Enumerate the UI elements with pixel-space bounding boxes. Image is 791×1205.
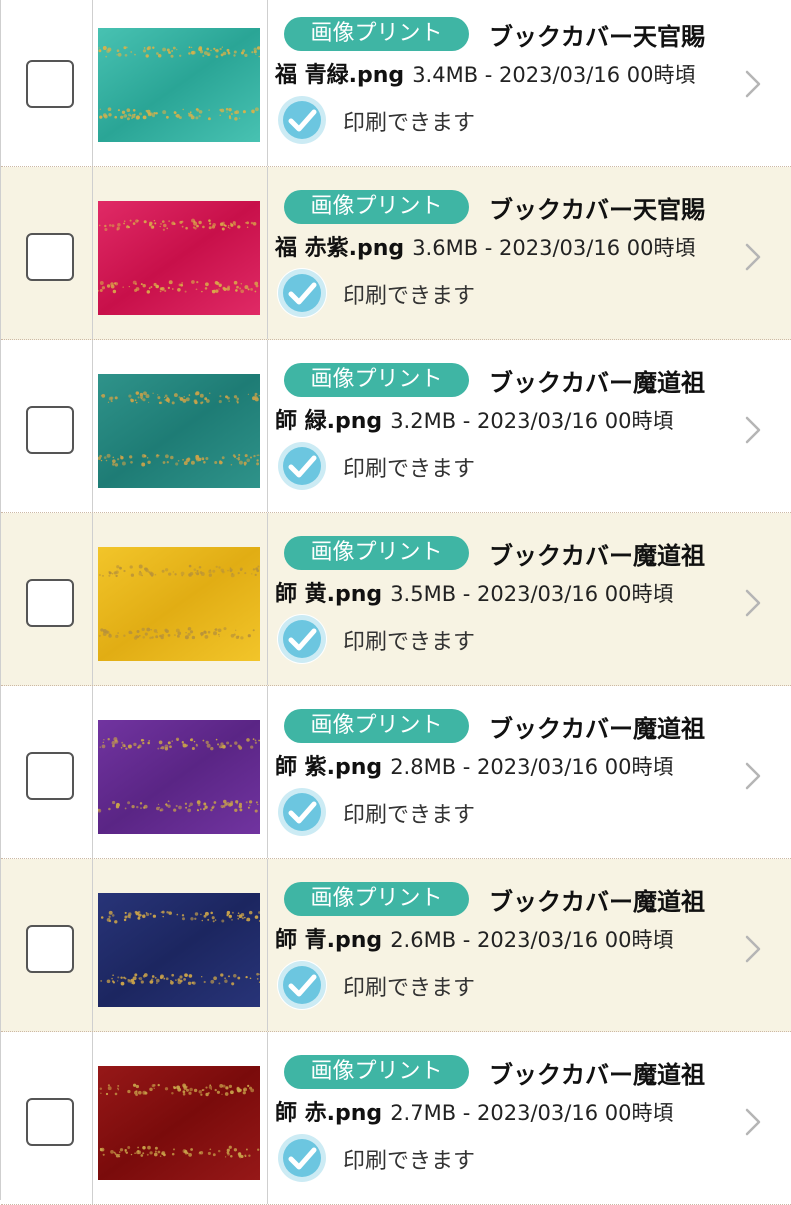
checkbox-cell (11, 0, 93, 166)
checkbox-cell (11, 1032, 93, 1204)
item-title: ブックカバー天官賜 (489, 196, 705, 224)
thumbnail-image[interactable] (98, 374, 260, 488)
print-status-text: 印刷できます (343, 1149, 476, 1174)
file-meta: 3.6MB - 2023/03/16 00時頃 (412, 236, 696, 260)
thumbnail-cell (92, 686, 268, 858)
checkbox-cell (11, 513, 93, 685)
check-circle-icon (276, 1132, 328, 1184)
checkbox-cell (11, 859, 93, 1031)
check-circle-icon (276, 94, 328, 146)
item-title: ブックカバー魔道祖 (489, 715, 705, 743)
file-name: 師 青.png (275, 928, 383, 953)
thumbnail-image[interactable] (98, 1066, 260, 1180)
item-file-info: 福 青緑.png 3.4MB - 2023/03/16 00時頃 (275, 57, 695, 89)
item-title: ブックカバー魔道祖 (489, 542, 705, 570)
check-circle-icon (276, 959, 328, 1011)
chevron-right-icon[interactable] (743, 934, 763, 964)
list-item[interactable]: 画像プリント ブックカバー天官賜福 青緑.png 3.4MB - 2023/03/1… (1, 0, 791, 167)
select-checkbox[interactable] (26, 924, 74, 973)
print-type-badge: 画像プリント (284, 17, 469, 51)
item-file-info: 福 赤紫.png 3.6MB - 2023/03/16 00時頃 (275, 230, 695, 262)
thumbnail-cell (92, 1032, 268, 1204)
item-file-info: 師 緑.png 3.2MB - 2023/03/16 00時頃 (275, 403, 673, 435)
file-name: 師 緑.png (275, 409, 383, 434)
thumbnail-image[interactable] (98, 893, 260, 1007)
file-name: 福 赤紫.png (275, 236, 405, 261)
select-checkbox[interactable] (26, 232, 74, 281)
print-type-badge: 画像プリント (284, 882, 469, 916)
file-meta: 2.8MB - 2023/03/16 00時頃 (390, 755, 674, 779)
item-title: ブックカバー魔道祖 (489, 888, 705, 916)
thumbnail-cell (92, 167, 268, 339)
file-meta: 2.6MB - 2023/03/16 00時頃 (390, 928, 674, 952)
list-item[interactable]: 画像プリント ブックカバー魔道祖師 赤.png 2.7MB - 2023/03/16… (1, 1032, 791, 1205)
check-circle-icon (276, 267, 328, 319)
print-type-badge: 画像プリント (284, 363, 469, 397)
file-meta: 3.5MB - 2023/03/16 00時頃 (390, 582, 674, 606)
thumbnail-image[interactable] (98, 201, 260, 315)
chevron-right-icon[interactable] (743, 1107, 763, 1137)
check-circle-icon (276, 440, 328, 492)
chevron-right-icon[interactable] (743, 242, 763, 272)
file-name: 師 紫.png (275, 755, 383, 780)
list-item[interactable]: 画像プリント ブックカバー魔道祖師 緑.png 3.2MB - 2023/03/16… (1, 340, 791, 513)
print-status-text: 印刷できます (343, 111, 476, 136)
print-status-text: 印刷できます (343, 284, 476, 309)
select-checkbox[interactable] (26, 751, 74, 800)
thumbnail-cell (92, 340, 268, 512)
chevron-right-icon[interactable] (743, 761, 763, 791)
list-item[interactable]: 画像プリント ブックカバー魔道祖師 紫.png 2.8MB - 2023/03/16… (1, 686, 791, 859)
file-meta: 3.4MB - 2023/03/16 00時頃 (412, 63, 696, 87)
item-file-info: 師 紫.png 2.8MB - 2023/03/16 00時頃 (275, 749, 673, 781)
checkbox-cell (11, 686, 93, 858)
file-meta: 2.7MB - 2023/03/16 00時頃 (390, 1101, 674, 1125)
print-item-list: 画像プリント ブックカバー天官賜福 青緑.png 3.4MB - 2023/03/1… (0, 0, 791, 1205)
print-status-text: 印刷できます (343, 803, 476, 828)
item-file-info: 師 赤.png 2.7MB - 2023/03/16 00時頃 (275, 1095, 673, 1127)
select-checkbox[interactable] (26, 405, 74, 454)
chevron-right-icon[interactable] (743, 69, 763, 99)
chevron-right-icon[interactable] (743, 588, 763, 618)
check-circle-icon (276, 613, 328, 665)
select-checkbox[interactable] (26, 59, 74, 108)
file-name: 師 赤.png (275, 1101, 383, 1126)
item-file-info: 師 黄.png 3.5MB - 2023/03/16 00時頃 (275, 576, 673, 608)
file-meta: 3.2MB - 2023/03/16 00時頃 (390, 409, 674, 433)
file-name: 師 黄.png (275, 582, 383, 607)
file-name: 福 青緑.png (275, 63, 405, 88)
print-type-badge: 画像プリント (284, 709, 469, 743)
item-title: ブックカバー天官賜 (489, 23, 705, 51)
thumbnail-image[interactable] (98, 547, 260, 661)
check-circle-icon (276, 786, 328, 838)
print-status-text: 印刷できます (343, 630, 476, 655)
thumbnail-cell (92, 513, 268, 685)
thumbnail-image[interactable] (98, 28, 260, 142)
item-title: ブックカバー魔道祖 (489, 369, 705, 397)
print-type-badge: 画像プリント (284, 190, 469, 224)
print-status-text: 印刷できます (343, 976, 476, 1001)
thumbnail-cell (92, 859, 268, 1031)
checkbox-cell (11, 167, 93, 339)
chevron-right-icon[interactable] (743, 415, 763, 445)
item-file-info: 師 青.png 2.6MB - 2023/03/16 00時頃 (275, 922, 673, 954)
print-status-text: 印刷できます (343, 457, 476, 482)
select-checkbox[interactable] (26, 1097, 74, 1146)
checkbox-cell (11, 340, 93, 512)
item-title: ブックカバー魔道祖 (489, 1061, 705, 1089)
thumbnail-image[interactable] (98, 720, 260, 834)
list-item[interactable]: 画像プリント ブックカバー魔道祖師 青.png 2.6MB - 2023/03/16… (1, 859, 791, 1032)
select-checkbox[interactable] (26, 578, 74, 627)
thumbnail-cell (92, 0, 268, 166)
list-item[interactable]: 画像プリント ブックカバー天官賜福 赤紫.png 3.6MB - 2023/03/1… (1, 167, 791, 340)
print-type-badge: 画像プリント (284, 1055, 469, 1089)
list-item[interactable]: 画像プリント ブックカバー魔道祖師 黄.png 3.5MB - 2023/03/16… (1, 513, 791, 686)
print-type-badge: 画像プリント (284, 536, 469, 570)
